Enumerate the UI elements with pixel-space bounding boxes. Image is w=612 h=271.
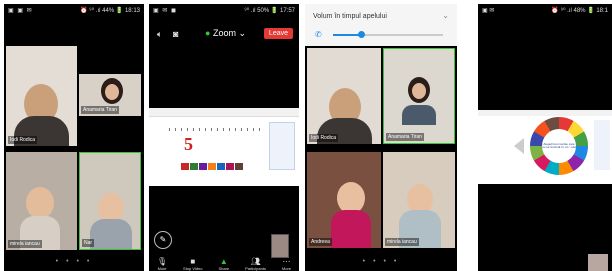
participants-label: Participants (245, 266, 266, 271)
more-button[interactable]: ⋯ More (282, 257, 291, 271)
participant-name: Andreea (309, 238, 332, 246)
slide-tile (226, 163, 234, 170)
participant-video (26, 187, 54, 219)
ppt-ribbon (478, 110, 612, 116)
participants-button[interactable]: 👥︎ Participants (245, 257, 266, 271)
participant-name: Iodi Rodica (8, 136, 38, 144)
video-tile[interactable]: Iodi Rodica (307, 48, 381, 144)
status-icons-right: ⏰ ⁹⁰ .ıl 44% 🔋 18:13 (80, 7, 140, 14)
volume-panel: Volum în timpul apelului ⌄ ✆ (305, 4, 457, 46)
ppt-ribbon (149, 108, 299, 117)
meeting-info-dropdown[interactable]: ● Zoom ⌄ (205, 28, 246, 39)
status-icons-right: ⁹⁰ .ıl 50% 🔋 17:57 (244, 7, 295, 14)
page-indicator: • • • • (362, 258, 400, 265)
video-tile[interactable]: Anamaria Tiran (79, 74, 141, 116)
stop-video-button[interactable]: ■ Stop Video (183, 257, 203, 271)
status-icons-left: ▣ ▣ ✉ (8, 7, 33, 14)
app-name: Zoom (212, 28, 236, 38)
slide-tile (208, 163, 216, 170)
participant-video (331, 210, 371, 248)
page-indicator: • • • • (55, 258, 93, 265)
more-icon: ⋯ (282, 257, 291, 266)
shared-screen: 5 (149, 108, 299, 186)
participant-name: mirela iancau (385, 238, 419, 246)
participant-name: Anamaria Tiran (386, 133, 424, 141)
speaker-icon[interactable]: 🔈︎ (157, 29, 162, 40)
mute-button[interactable]: 🎙︎ Mute (157, 257, 167, 271)
participant-video (105, 84, 119, 100)
volume-slider-fill (333, 34, 361, 36)
mic-icon: 🎙︎ (156, 257, 168, 266)
phone-2-screen-share: ▣ ✉ ◼ ⁹⁰ .ıl 50% 🔋 17:57 🔈︎ ◙ ● Zoom ⌄ L… (149, 4, 299, 271)
slide-tile (190, 163, 198, 170)
mute-label: Mute (157, 266, 167, 271)
slide-number: 5 (184, 134, 193, 154)
share-button[interactable]: ▲ Share (218, 257, 229, 271)
leave-button[interactable]: Leave (263, 28, 293, 39)
participant-name: Nar (82, 239, 95, 247)
status-bar: ▣ ✉ ⏰ ⁹⁰ .ıl 48% 🔋 18:1 (478, 4, 612, 16)
volume-slider[interactable] (333, 31, 443, 38)
participant-name: mirela iancau (8, 240, 42, 248)
status-bar: ▣ ✉ ◼ ⁹⁰ .ıl 50% 🔋 17:57 (149, 4, 299, 16)
phone-3-gallery-volume: Volum în timpul apelului ⌄ ✆ Iodi Rodica… (305, 4, 457, 271)
arrow-left-icon (514, 138, 524, 154)
annotate-button[interactable]: ✎ (154, 231, 172, 249)
more-label: More (281, 266, 292, 271)
shared-screen: Alegeți trei cuvinte care nu se termină … (478, 110, 612, 184)
volume-slider-thumb[interactable] (357, 31, 365, 38)
ppt-side-panel (269, 122, 295, 170)
video-tile-active-speaker[interactable]: Nar (79, 152, 141, 250)
switch-camera-icon[interactable]: ◙ (173, 29, 178, 39)
ppt-side-panel (594, 120, 610, 170)
participant-video (412, 83, 426, 99)
phone-4-screen-share: ▣ ✉ ⏰ ⁹⁰ .ıl 48% 🔋 18:1 Alegeți trei cuv… (478, 4, 612, 271)
share-label: Share (218, 266, 230, 271)
participants-icon: 👥︎ (250, 257, 261, 266)
volume-label: Volum în timpul apelului (313, 13, 387, 20)
toolbar: 🎙︎ Mute ■ Stop Video ▲ Share 👥︎ Participants… (149, 253, 299, 271)
status-icons-right: ⏰ ⁹⁰ .ıl 48% 🔋 18:1 (551, 7, 608, 14)
shield-icon: ● (205, 28, 211, 38)
slide-tile (235, 163, 243, 170)
stop-video-label: Stop Video (183, 266, 203, 271)
participant-video (90, 219, 132, 249)
video-tile[interactable]: mirela iancau (383, 152, 455, 248)
status-bar: ▣ ▣ ✉ ⏰ ⁹⁰ .ıl 44% 🔋 18:13 (4, 4, 144, 16)
chevron-down-icon: ⌄ (238, 28, 247, 38)
slide-tile (199, 163, 207, 170)
slide-tile (181, 163, 189, 170)
chevron-down-icon[interactable]: ⌄ (442, 11, 449, 20)
participant-video (402, 105, 436, 125)
slide-tile (217, 163, 225, 170)
share-icon: ▲ (219, 257, 228, 266)
phone-1-gallery: ▣ ▣ ✉ ⏰ ⁹⁰ .ıl 44% 🔋 18:13 Iodi Rodica A… (4, 4, 144, 271)
phone-icon: ✆ (315, 30, 322, 39)
ppt-ruler (169, 128, 265, 131)
video-tile[interactable]: Andreea (307, 152, 381, 248)
video-tile-active-speaker[interactable]: Anamaria Tiran (383, 48, 455, 144)
self-view-thumbnail[interactable] (588, 254, 608, 271)
status-icons-left: ▣ ✉ (482, 7, 495, 14)
status-icons-left: ▣ ✉ ◼ (153, 7, 178, 14)
participant-name: Anamaria Tiran (81, 106, 119, 114)
video-tile[interactable]: Iodi Rodica (6, 46, 77, 146)
video-icon: ■ (190, 257, 196, 266)
video-tile[interactable]: mirela iancau (6, 152, 77, 250)
wheel-center: Alegeți trei cuvinte care nu se termină … (542, 129, 576, 163)
word-wheel: Alegeți trei cuvinte care nu se termină … (530, 117, 588, 175)
participant-name: Iodi Rodica (309, 134, 339, 142)
slide-tiles (181, 163, 243, 170)
